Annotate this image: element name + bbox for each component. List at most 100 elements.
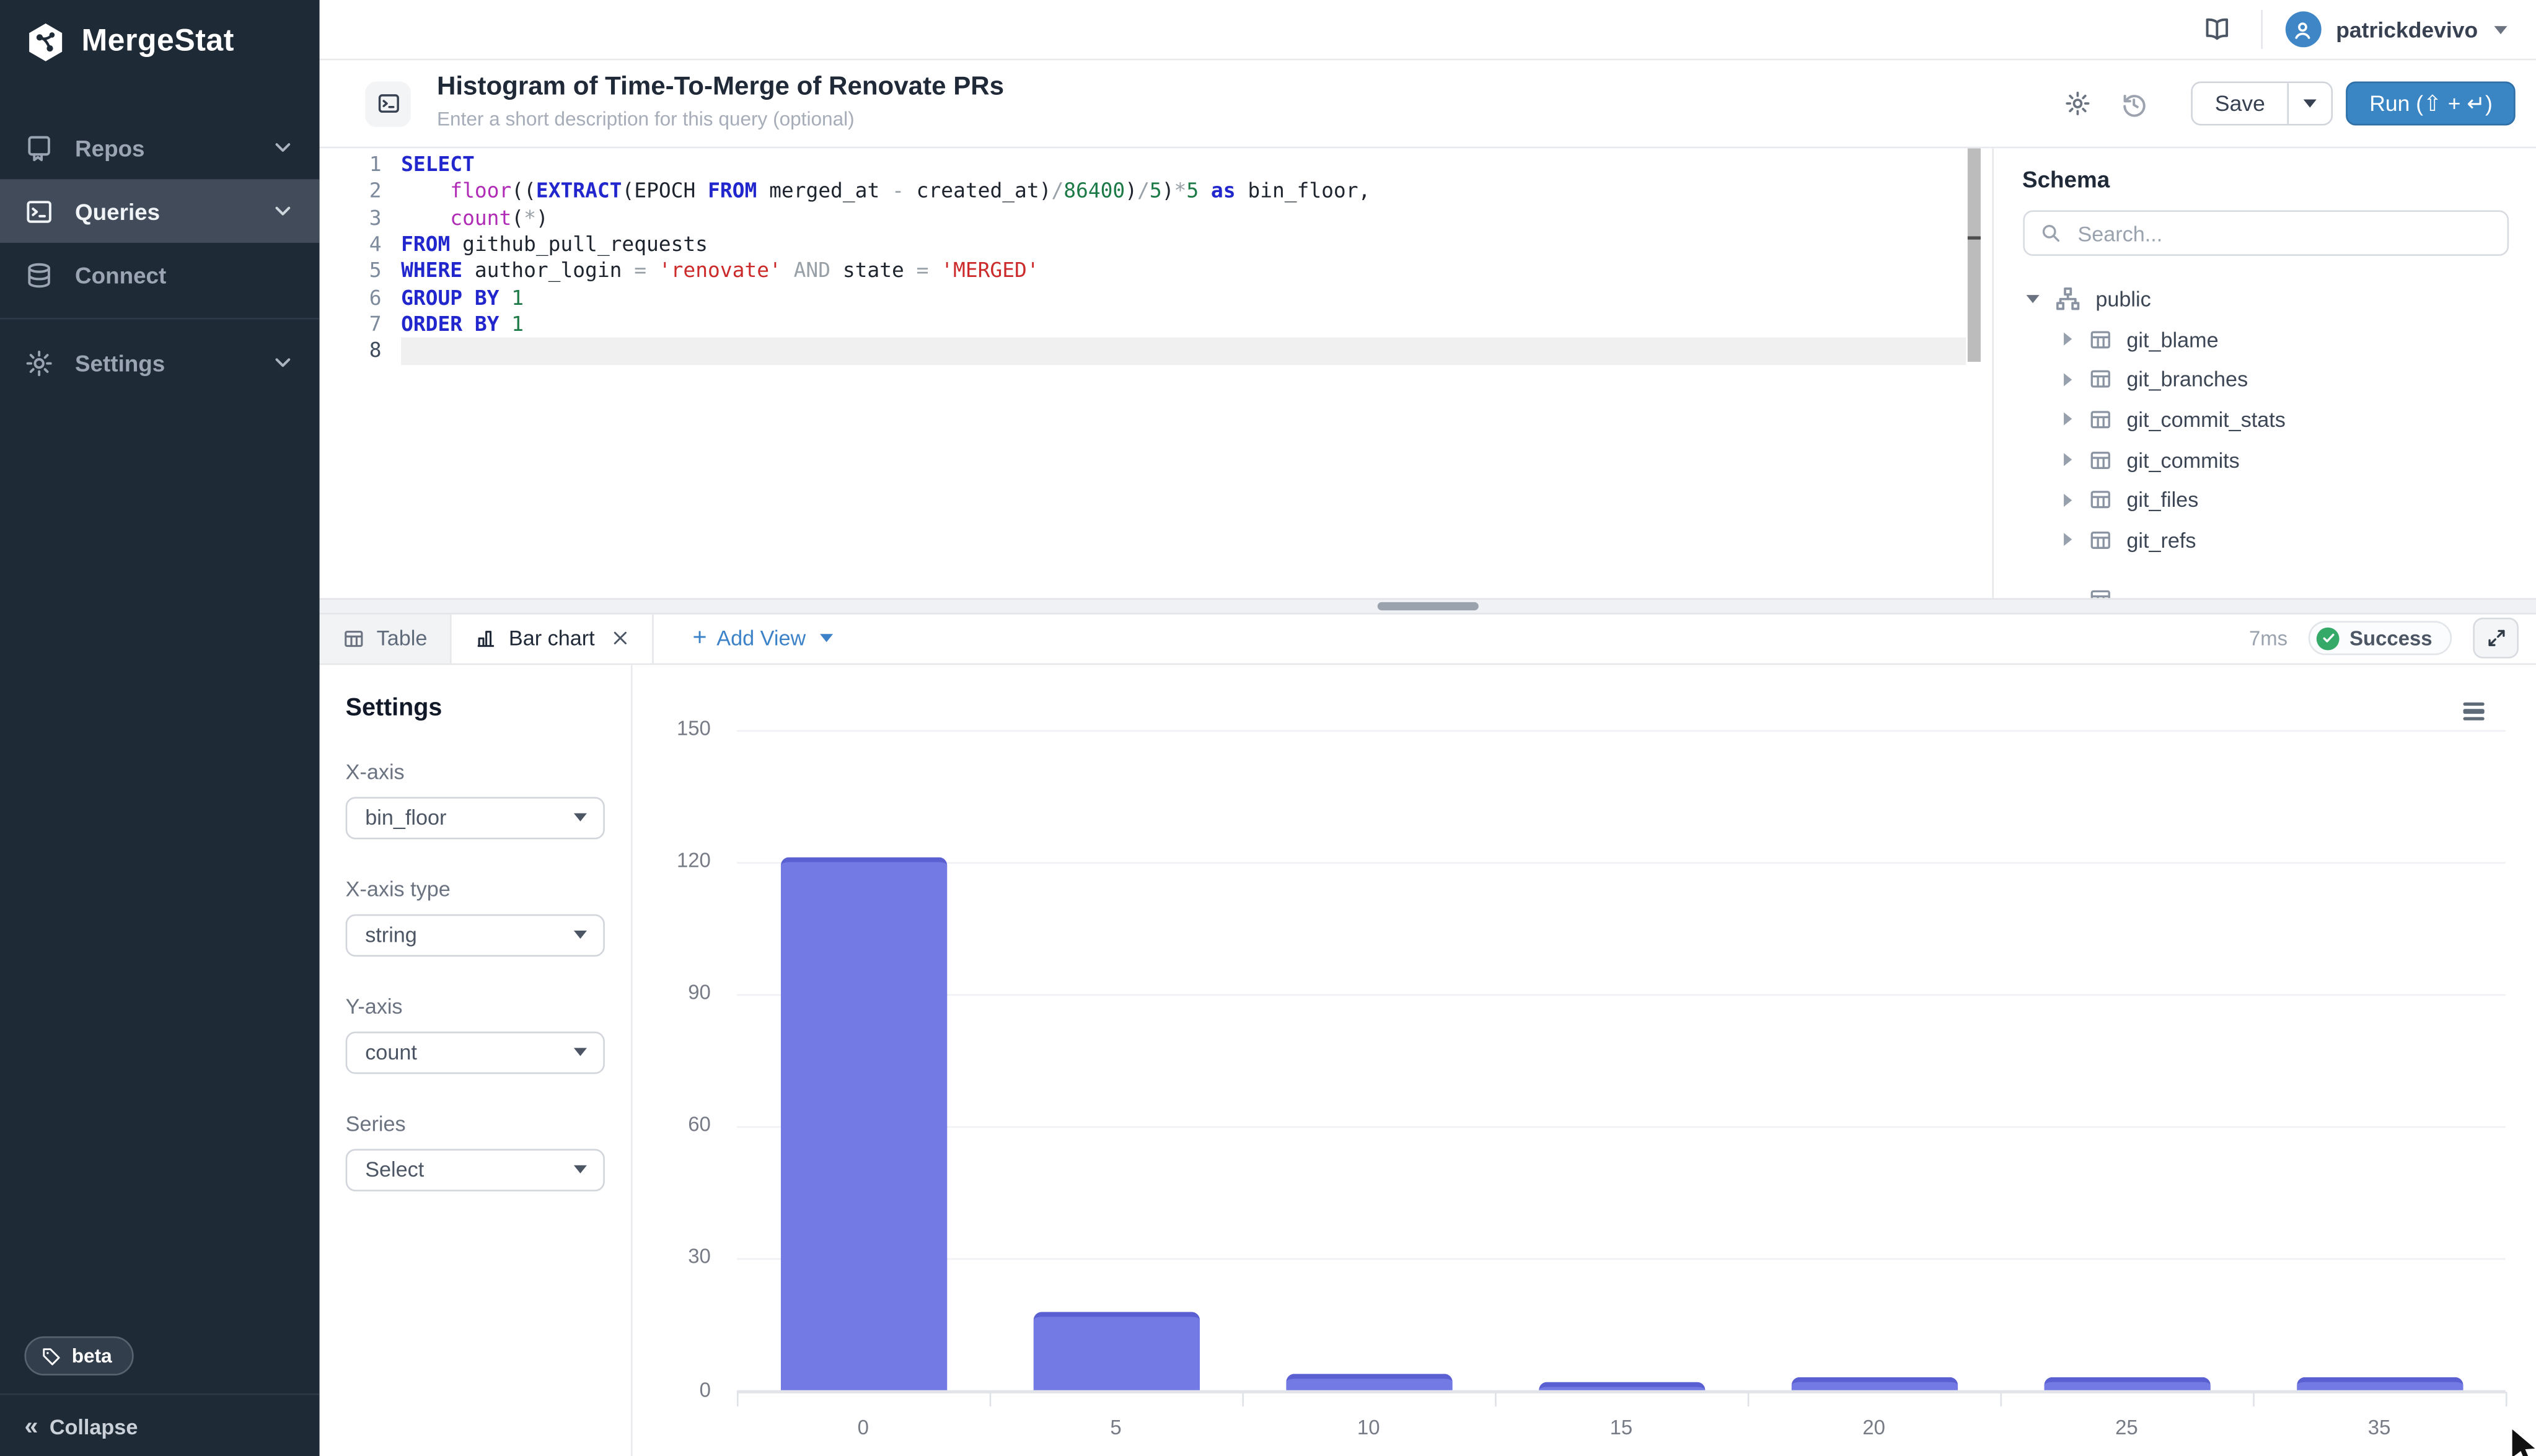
chevron-down-icon (271, 351, 295, 375)
table-row-clipped[interactable] (2022, 579, 2509, 597)
line-number: 5 (320, 258, 382, 285)
save-split-button: Save (2190, 82, 2333, 126)
table-row-git-commits[interactable]: git_commits (2022, 440, 2509, 480)
y-gridline (737, 862, 2506, 864)
x-axis-tick (737, 1391, 739, 1406)
sql-editor[interactable]: 12345678 SELECT floor((EXTRACT(EPOCH FRO… (320, 148, 1991, 597)
avatar[interactable] (2286, 11, 2322, 47)
query-duration: 7ms (2249, 626, 2287, 649)
collapse-button[interactable]: « Collapse (0, 1393, 320, 1456)
query-description-input[interactable] (437, 108, 1122, 131)
close-icon[interactable] (611, 629, 629, 647)
series-select[interactable]: Select (346, 1148, 605, 1190)
tree-caret-right-icon (2063, 493, 2071, 506)
run-label: Run (⇧ + ↵) (2369, 90, 2493, 116)
y-gridline (737, 729, 2506, 731)
tab-label: Bar chart (509, 626, 595, 650)
bar[interactable] (2296, 1378, 2462, 1391)
query-actions: Save Run (⇧ + ↵) (2057, 82, 2516, 126)
table-icon (2087, 327, 2111, 351)
table-row-git-commit-stats[interactable]: git_commit_stats (2022, 400, 2509, 440)
workspace: 12345678 SELECT floor((EXTRACT(EPOCH FRO… (320, 148, 2536, 597)
y-axis-select[interactable]: count (346, 1031, 605, 1073)
y-axis-label: 120 (646, 849, 711, 872)
table-row-git-branches[interactable]: git_branches (2022, 359, 2509, 400)
table-row-git-refs[interactable]: git_refs (2022, 520, 2509, 560)
bar[interactable] (2043, 1378, 2209, 1391)
docs-book-icon[interactable] (2196, 8, 2238, 50)
save-button[interactable]: Save (2192, 83, 2288, 124)
save-dropdown-button[interactable] (2288, 83, 2332, 124)
code-line[interactable]: WHERE author_login = 'renovate' AND stat… (401, 258, 1965, 285)
expand-icon[interactable] (2473, 618, 2519, 659)
field-label: Series (346, 1111, 605, 1135)
table-row-git-blame[interactable]: git_blame (2022, 320, 2509, 360)
table-icon (2087, 447, 2111, 471)
x-axis-tick (1748, 1391, 1750, 1406)
table-row-git-files[interactable]: git_files (2022, 480, 2509, 520)
save-label: Save (2215, 91, 2265, 115)
table-label: git_branches (2126, 367, 2248, 392)
schema-panel: Schema (1991, 148, 2536, 597)
sidebar-item-settings[interactable]: Settings (0, 331, 320, 395)
tab-table[interactable]: Table (320, 613, 452, 662)
sidebar-item-repos[interactable]: Repos (0, 116, 320, 180)
add-view-button[interactable]: + Add View (692, 613, 833, 662)
code-line[interactable]: floor((EXTRACT(EPOCH FROM merged_at - cr… (401, 178, 1965, 205)
add-view-label: Add View (716, 626, 806, 650)
tree-caret-down-icon (2025, 295, 2038, 303)
line-number: 1 (320, 152, 382, 178)
x-axis-label: 20 (1808, 1416, 1939, 1439)
schema-node-public[interactable]: public (2022, 279, 2509, 320)
query-history-icon[interactable] (2112, 82, 2154, 125)
code-line[interactable]: SELECT (401, 152, 1965, 178)
line-number: 3 (320, 205, 382, 232)
bar[interactable] (1790, 1378, 1957, 1391)
pane-splitter[interactable] (320, 597, 2536, 613)
line-number: 6 (320, 285, 382, 312)
results-section: Table Bar chart + Add View (320, 613, 2536, 1456)
code-line[interactable]: ORDER BY 1 (401, 312, 1965, 338)
schema-search-input[interactable] (2074, 219, 2493, 247)
sidebar-item-connect[interactable]: Connect (0, 243, 320, 307)
x-axis-select[interactable]: bin_floor (346, 796, 605, 838)
schema-root-label: public (2095, 287, 2151, 311)
table-label: git_commit_stats (2126, 408, 2286, 432)
tab-bar-chart[interactable]: Bar chart (452, 613, 654, 662)
user-menu-caret-icon[interactable] (2494, 25, 2507, 33)
editor-scrollbar[interactable] (1967, 148, 1980, 362)
x-axis-type-select[interactable]: string (346, 913, 605, 955)
topbar: patrickdevivo (320, 0, 2536, 60)
x-axis-tick (1242, 1391, 1244, 1406)
select-caret-icon (574, 814, 587, 822)
field-label: Y-axis (346, 993, 605, 1017)
code-line[interactable]: FROM github_pull_requests (401, 232, 1965, 258)
bar[interactable] (780, 857, 946, 1391)
results-body: Settings X-axis bin_floor X-axis type st… (320, 664, 2536, 1456)
chart-menu-icon[interactable] (2463, 701, 2485, 724)
schema-tree: public git_blame git_branches (2022, 279, 2509, 597)
code-line[interactable] (401, 338, 1965, 365)
splitter-drag-handle[interactable] (1378, 602, 1479, 610)
username[interactable]: patrickdevivo (2336, 17, 2478, 42)
query-title[interactable]: Histogram of Time-To-Merge of Renovate P… (437, 73, 1122, 103)
schema-search-box (2022, 210, 2509, 256)
add-view-caret-icon (821, 634, 834, 642)
code-line[interactable]: GROUP BY 1 (401, 285, 1965, 312)
line-number: 7 (320, 312, 382, 338)
topbar-divider (2261, 10, 2263, 49)
field-x-axis: X-axis bin_floor (346, 758, 605, 838)
bar[interactable] (1032, 1312, 1199, 1391)
code-line[interactable]: count(*) (401, 205, 1965, 232)
logo-text: MergeStat (82, 24, 234, 60)
line-number: 8 (320, 338, 382, 365)
bar[interactable] (1285, 1374, 1451, 1391)
results-tabs-bar: Table Bar chart + Add View (320, 613, 2536, 664)
sidebar-item-queries[interactable]: Queries (0, 179, 320, 243)
check-circle-icon (2317, 626, 2340, 649)
chart-settings-panel: Settings X-axis bin_floor X-axis type st… (320, 664, 633, 1456)
bar[interactable] (1538, 1382, 1704, 1391)
logo[interactable]: MergeStat (0, 0, 320, 80)
run-button[interactable]: Run (⇧ + ↵) (2346, 82, 2515, 126)
query-settings-gear-icon[interactable] (2057, 82, 2099, 125)
